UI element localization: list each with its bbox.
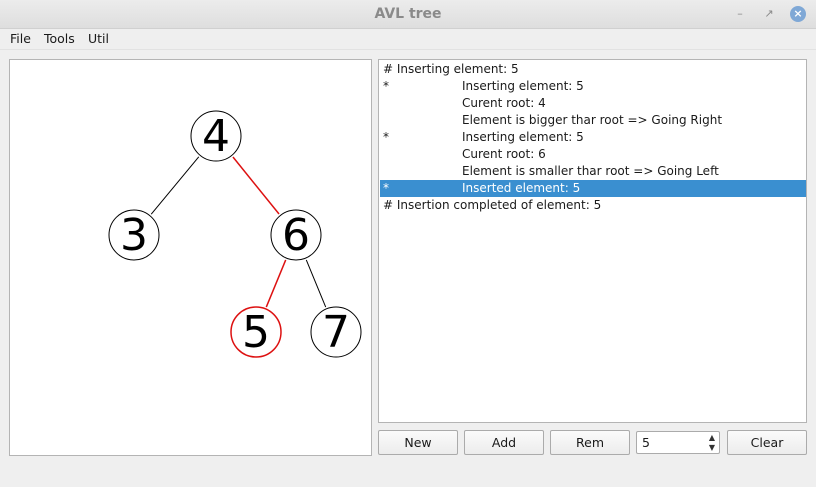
maximize-icon[interactable]: ↗ xyxy=(761,6,777,22)
menu-util[interactable]: Util xyxy=(88,31,109,46)
log-row[interactable]: Curent root: 6 xyxy=(380,146,806,163)
spin-up-icon[interactable]: ▲ xyxy=(707,433,717,443)
log-text: Curent root: 6 xyxy=(462,147,546,161)
log-text: # Insertion completed of element: 5 xyxy=(383,198,602,212)
log-text: # Inserting element: 5 xyxy=(383,62,519,76)
log-row[interactable]: Element is bigger thar root => Going Rig… xyxy=(380,112,806,129)
log-marker: * xyxy=(383,181,389,195)
log-text: Element is smaller thar root => Going Le… xyxy=(462,164,719,178)
menu-file[interactable]: File xyxy=(10,31,31,46)
log-text: Curent root: 4 xyxy=(462,96,546,110)
tree-node-label: 7 xyxy=(322,307,350,358)
tree-edge xyxy=(232,156,280,215)
clear-button[interactable]: Clear xyxy=(727,430,807,455)
log-row[interactable]: # Inserting element: 5 xyxy=(380,61,806,78)
log-text: Inserting element: 5 xyxy=(462,79,584,93)
log-marker: * xyxy=(383,130,389,144)
window-title: AVL tree xyxy=(374,6,442,22)
log-text: Inserted element: 5 xyxy=(462,181,581,195)
tree-edge xyxy=(265,259,287,308)
tree-node-label: 5 xyxy=(242,307,270,358)
tree-node-label: 4 xyxy=(202,111,230,162)
rem-button[interactable]: Rem xyxy=(550,430,630,455)
value-field[interactable]: 5 xyxy=(642,435,650,450)
log-row[interactable]: * Inserting element: 5 xyxy=(380,78,806,95)
log-row[interactable]: # Insertion completed of element: 5 xyxy=(380,197,806,214)
menu-tools[interactable]: Tools xyxy=(44,31,75,46)
tree-node-label: 3 xyxy=(120,210,148,261)
log-marker: * xyxy=(383,79,389,93)
tree-edge xyxy=(150,156,200,215)
log-text: Inserting element: 5 xyxy=(462,130,584,144)
new-button[interactable]: New xyxy=(378,430,458,455)
title-bar: AVL tree – ↗ × xyxy=(0,0,816,29)
log-row[interactable]: Curent root: 4 xyxy=(380,95,806,112)
log-list[interactable]: # Inserting element: 5 * Inserting element… xyxy=(378,59,807,423)
minimize-icon[interactable]: – xyxy=(732,6,748,22)
close-icon[interactable]: × xyxy=(790,6,806,22)
log-text: Element is bigger thar root => Going Rig… xyxy=(462,113,723,127)
tree-node-label: 6 xyxy=(282,210,310,261)
tree-graphic: 4 3 65 7 xyxy=(108,110,362,358)
tree-edge xyxy=(305,259,327,308)
tree-canvas: 4 3 65 7 xyxy=(9,59,372,456)
log-row[interactable]: * Inserted element: 5 xyxy=(380,180,806,197)
add-button[interactable]: Add xyxy=(464,430,544,455)
log-row[interactable]: * Inserting element: 5 xyxy=(380,129,806,146)
value-spinbox[interactable]: 5 ▲ ▼ xyxy=(636,431,720,454)
spin-down-icon[interactable]: ▼ xyxy=(707,443,717,453)
log-row[interactable]: Element is smaller thar root => Going Le… xyxy=(380,163,806,180)
menu-bar: File Tools Util xyxy=(0,29,816,50)
